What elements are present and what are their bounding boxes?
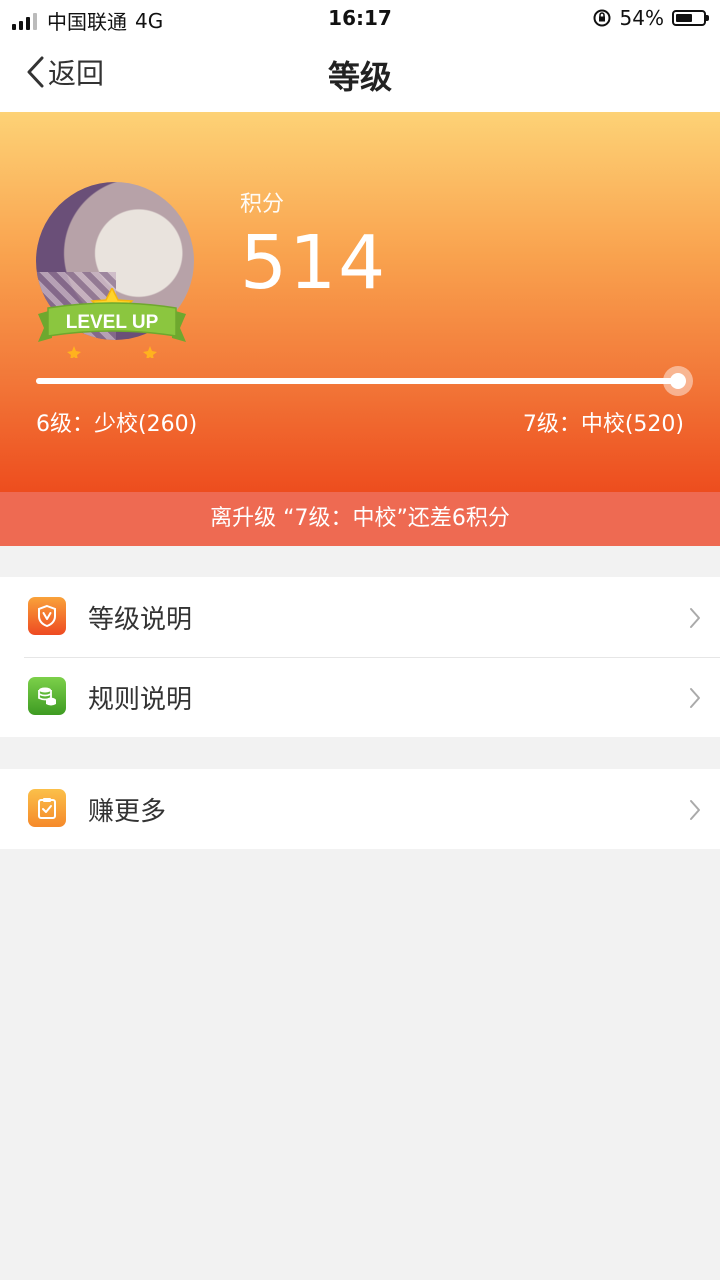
- level-progress-fill: [36, 378, 679, 384]
- level-hero: LEVEL UP 积分 514 6级：少校(260) 7级：中校(520): [0, 112, 720, 492]
- points-label: 积分: [240, 192, 285, 217]
- shield-v-icon: [28, 597, 66, 635]
- level-progress-knob: [663, 366, 694, 396]
- menu-group-info: 等级说明 规则说明: [0, 577, 720, 737]
- current-level-label: 6级：少校(260): [36, 412, 198, 437]
- coins-icon: [28, 677, 66, 715]
- next-level-label: 7级：中校(520): [522, 412, 684, 437]
- level-up-badge: LEVEL UP: [34, 286, 190, 362]
- status-bar: 中国联通 4G 16:17 54%: [0, 0, 720, 36]
- page-title: 等级: [327, 58, 392, 96]
- level-progress-bar: [36, 366, 694, 396]
- rotation-lock-icon: [593, 9, 611, 27]
- status-right: 54%: [592, 6, 709, 30]
- menu-label-earn-more: 赚更多: [88, 797, 167, 827]
- chevron-right-icon: [690, 608, 700, 628]
- clipboard-check-icon: [28, 789, 66, 827]
- chevron-right-icon: [690, 800, 700, 820]
- menu-item-level-info[interactable]: 等级说明: [0, 577, 720, 657]
- nav-bar: 返回 等级: [0, 36, 720, 112]
- chevron-right-icon: [690, 688, 700, 708]
- menu-label-level-info: 等级说明: [88, 605, 193, 635]
- menu-group-earn: 赚更多: [0, 769, 720, 849]
- battery-percent: 54%: [619, 6, 664, 30]
- upgrade-hint: 离升级 “7级：中校”还差6积分: [0, 492, 720, 546]
- points-value: 514: [240, 220, 388, 306]
- menu-label-rules: 规则说明: [88, 685, 193, 715]
- menu-item-earn-more[interactable]: 赚更多: [0, 769, 720, 849]
- menu-item-rules[interactable]: 规则说明: [0, 657, 720, 737]
- badge-text: LEVEL UP: [66, 312, 159, 333]
- battery-icon: [672, 10, 709, 26]
